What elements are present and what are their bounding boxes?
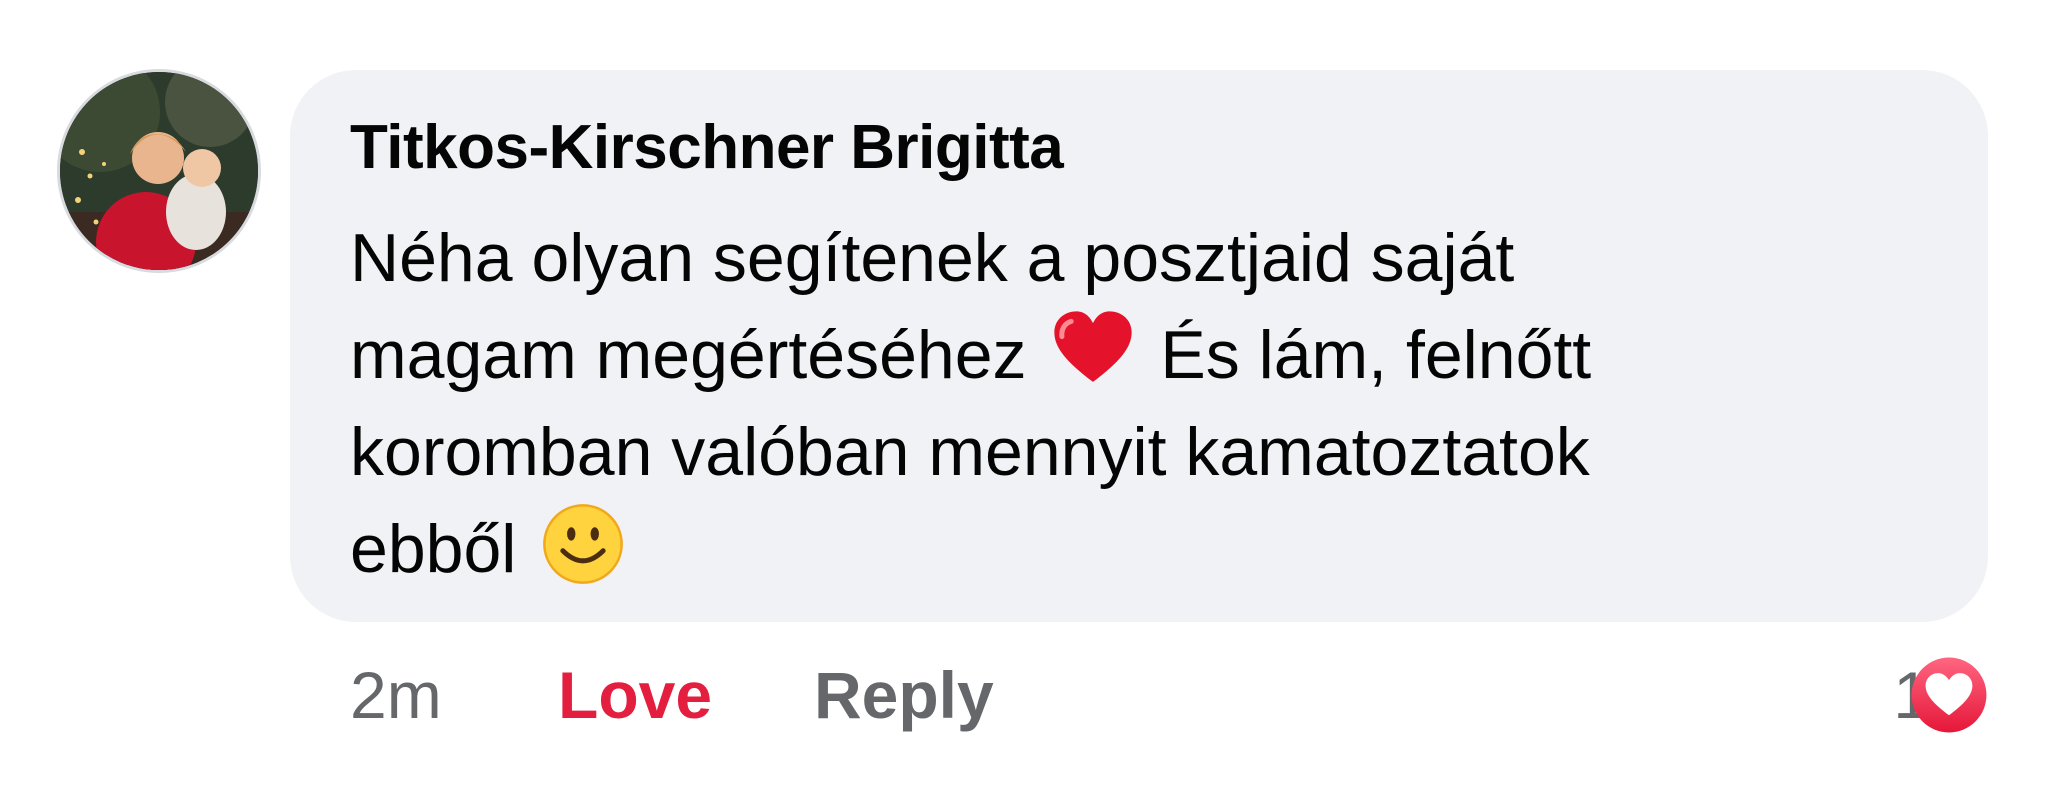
love-reaction-icon[interactable] (1910, 656, 1988, 734)
love-button[interactable]: Love (558, 655, 712, 735)
comment-line: koromban valóban mennyit kamatoztatok (350, 414, 1590, 490)
comment-line: magam megértéséhez És lám, felnőtt (350, 307, 1950, 404)
comment-line: ebből (350, 501, 1950, 598)
comment-line-text: magam megértéséhez (350, 317, 1027, 393)
comment-text: Néha olyan segítenek a posztjaid saját m… (350, 210, 1950, 598)
comment-author-name[interactable]: Titkos-Kirschner Brigitta (350, 108, 1064, 188)
comment-line-text: ebből (350, 511, 517, 587)
red-heart-icon (1051, 308, 1135, 392)
avatar-photo (60, 72, 258, 270)
comment-line-text: És lám, felnőtt (1160, 317, 1592, 393)
comment-timestamp[interactable]: 2m (350, 655, 442, 735)
comment-line: Néha olyan segítenek a posztjaid saját (350, 220, 1515, 296)
smiling-face-icon (541, 502, 625, 586)
reply-button[interactable]: Reply (814, 655, 994, 735)
avatar[interactable] (60, 72, 258, 270)
